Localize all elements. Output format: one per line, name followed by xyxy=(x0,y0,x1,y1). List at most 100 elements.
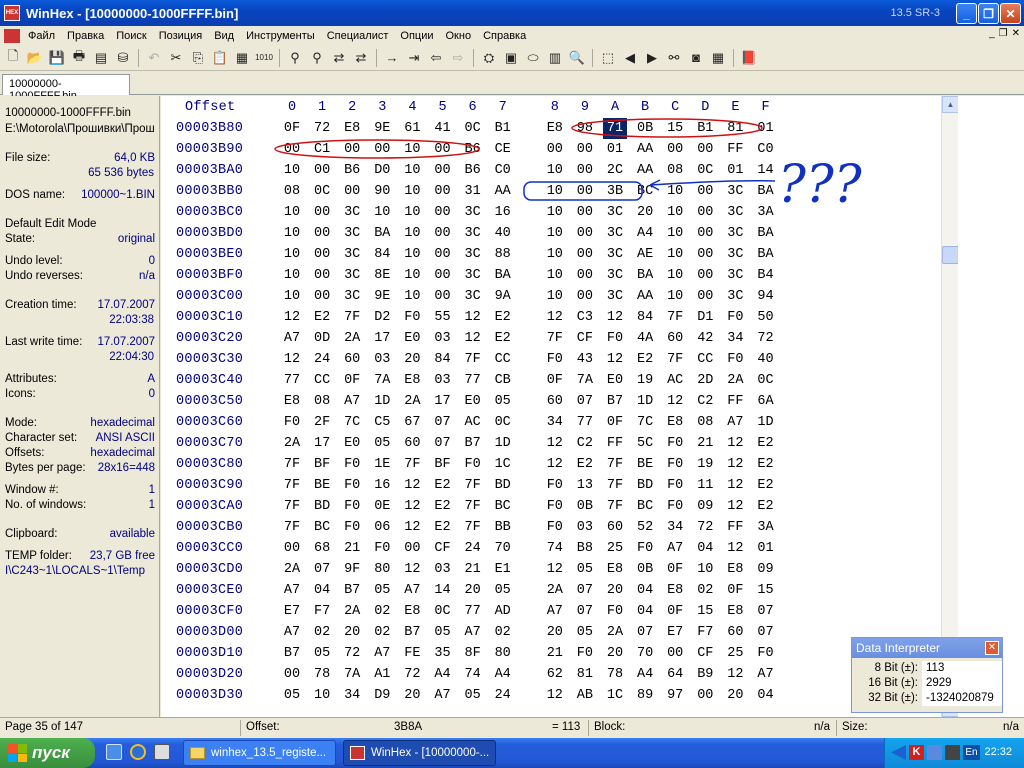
hex-byte[interactable]: B9 xyxy=(693,664,717,685)
hex-byte[interactable]: 34 xyxy=(663,517,687,538)
show-desktop-icon[interactable] xyxy=(106,744,122,760)
hex-byte[interactable]: 00 xyxy=(573,181,597,202)
hex-byte[interactable]: 3C xyxy=(461,286,485,307)
hex-byte[interactable]: 10 xyxy=(280,244,304,265)
hex-byte[interactable]: 84 xyxy=(370,244,394,265)
hex-byte[interactable]: A7 xyxy=(431,685,455,706)
hex-byte[interactable]: E0 xyxy=(400,328,424,349)
hex-byte[interactable]: E8 xyxy=(400,601,424,622)
hex-byte[interactable]: 78 xyxy=(310,664,334,685)
hex-byte[interactable]: 09 xyxy=(754,559,778,580)
hex-byte[interactable]: 67 xyxy=(400,412,424,433)
hex-byte[interactable]: 07 xyxy=(573,580,597,601)
hex-byte[interactable]: 7F xyxy=(461,517,485,538)
hex-byte[interactable]: 10 xyxy=(543,265,567,286)
hex-byte[interactable]: 10 xyxy=(280,202,304,223)
hex-byte[interactable]: 07 xyxy=(573,391,597,412)
hex-byte[interactable]: 10 xyxy=(543,286,567,307)
hex-byte[interactable]: AB xyxy=(573,685,597,706)
hex-byte[interactable]: 12 xyxy=(723,475,747,496)
hex-byte[interactable]: F0 xyxy=(663,433,687,454)
hex-byte[interactable]: 10 xyxy=(543,244,567,265)
hex-byte[interactable]: E2 xyxy=(310,307,334,328)
interpreter-value[interactable]: 113 xyxy=(922,661,1002,676)
hex-byte[interactable]: F0 xyxy=(370,538,394,559)
hex-byte[interactable]: 1E xyxy=(370,454,394,475)
hex-byte[interactable]: 8E xyxy=(370,265,394,286)
hex-byte[interactable]: 00 xyxy=(280,139,304,160)
hex-byte[interactable]: FF xyxy=(603,433,627,454)
media-icon[interactable] xyxy=(154,744,170,760)
hex-byte[interactable]: BA xyxy=(491,265,515,286)
hex-byte[interactable]: 2F xyxy=(310,412,334,433)
disk-edit-icon[interactable]: ⛭ xyxy=(478,47,500,69)
hex-byte[interactable]: 10 xyxy=(400,223,424,244)
hex-byte[interactable]: 3C xyxy=(603,223,627,244)
hex-byte[interactable]: B1 xyxy=(491,118,515,139)
hex-byte[interactable]: E2 xyxy=(491,307,515,328)
interpreter-value[interactable]: 2929 xyxy=(922,676,1002,691)
hex-byte[interactable]: 00 xyxy=(573,139,597,160)
hex-byte[interactable]: A4 xyxy=(431,664,455,685)
hex-byte[interactable]: A7 xyxy=(340,391,364,412)
hex-byte[interactable]: A7 xyxy=(280,622,304,643)
hex-byte[interactable]: 3C xyxy=(340,244,364,265)
hex-byte[interactable]: 7F xyxy=(280,496,304,517)
hex-byte[interactable]: 0C xyxy=(693,160,717,181)
hex-byte[interactable]: 3C xyxy=(723,286,747,307)
hex-byte[interactable]: 77 xyxy=(573,412,597,433)
hex-byte[interactable]: 08 xyxy=(310,391,334,412)
hex-byte[interactable]: 81 xyxy=(573,664,597,685)
menu-item[interactable]: Опции xyxy=(394,30,439,42)
hex-byte[interactable]: E8 xyxy=(603,559,627,580)
start-button[interactable]: пуск xyxy=(0,738,95,768)
hex-byte[interactable]: 05 xyxy=(461,685,485,706)
hex-byte[interactable]: 00 xyxy=(280,664,304,685)
hex-byte[interactable]: BC xyxy=(633,181,657,202)
hex-byte[interactable]: 05 xyxy=(431,622,455,643)
hex-byte[interactable]: 10 xyxy=(400,202,424,223)
hex-byte[interactable]: E7 xyxy=(663,622,687,643)
forward-icon[interactable]: ⇨ xyxy=(447,47,469,69)
hex-byte[interactable]: 52 xyxy=(633,517,657,538)
hex-byte[interactable]: E8 xyxy=(723,559,747,580)
hex-byte[interactable]: A7 xyxy=(543,601,567,622)
hex-byte[interactable]: 2A xyxy=(723,370,747,391)
hex-byte[interactable]: 72 xyxy=(340,643,364,664)
hex-byte[interactable]: 12 xyxy=(723,664,747,685)
hex-byte[interactable]: 07 xyxy=(573,601,597,622)
hex-byte[interactable]: 78 xyxy=(603,664,627,685)
hex-byte[interactable]: 3C xyxy=(723,265,747,286)
hex-byte[interactable]: 60 xyxy=(340,349,364,370)
disk-icon[interactable]: ⬭ xyxy=(522,47,544,69)
hex-byte[interactable]: AE xyxy=(633,244,657,265)
hex-byte[interactable]: 97 xyxy=(663,685,687,706)
hex-byte[interactable]: 3C xyxy=(340,223,364,244)
hex-byte[interactable]: 00 xyxy=(310,223,334,244)
hex-byte[interactable]: 3C xyxy=(723,202,747,223)
hex-byte[interactable]: 72 xyxy=(754,328,778,349)
hex-byte[interactable]: 07 xyxy=(310,559,334,580)
copy-icon[interactable]: ⎘ xyxy=(187,47,209,69)
hex-byte[interactable]: BF xyxy=(310,454,334,475)
hex-byte[interactable]: 00 xyxy=(310,286,334,307)
hex-byte[interactable]: 7F xyxy=(340,307,364,328)
hex-byte[interactable]: A7 xyxy=(370,643,394,664)
hex-byte[interactable]: 16 xyxy=(370,475,394,496)
hex-byte[interactable]: B6 xyxy=(461,160,485,181)
hex-byte[interactable]: 00 xyxy=(431,139,455,160)
hex-byte[interactable]: 3C xyxy=(461,265,485,286)
print-icon[interactable]: 🖶 xyxy=(68,47,90,69)
hex-byte[interactable]: BC xyxy=(633,496,657,517)
hex-byte[interactable]: BA xyxy=(633,265,657,286)
hex-byte[interactable]: 17 xyxy=(370,328,394,349)
antivirus-icon[interactable]: K xyxy=(909,745,924,760)
menu-item[interactable]: Позиция xyxy=(153,30,209,42)
hex-byte[interactable]: 7C xyxy=(633,412,657,433)
table-icon[interactable]: ▦ xyxy=(707,47,729,69)
hex-byte[interactable]: 74 xyxy=(543,538,567,559)
maximize-button[interactable]: ❐ xyxy=(978,3,999,24)
hex-byte[interactable]: 40 xyxy=(754,349,778,370)
hex-byte[interactable]: 90 xyxy=(370,181,394,202)
hex-byte[interactable]: 20 xyxy=(633,202,657,223)
